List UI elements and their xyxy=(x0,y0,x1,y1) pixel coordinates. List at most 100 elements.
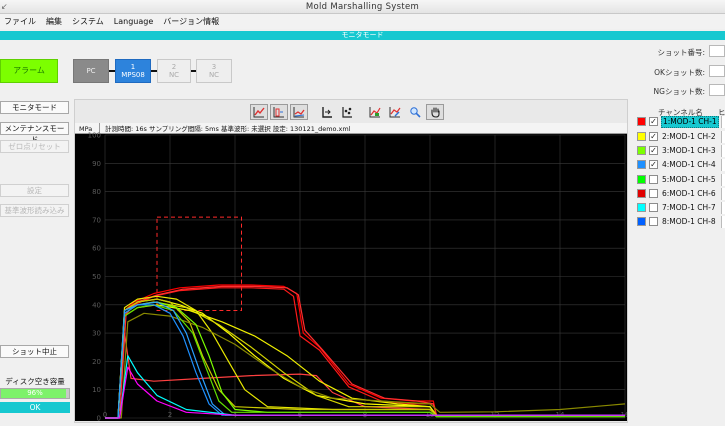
y-tick-label-70: 70 xyxy=(92,216,101,224)
shot-number-field xyxy=(709,45,725,57)
mode-banner: モニタモード xyxy=(0,31,725,40)
scatter-icon[interactable] xyxy=(338,104,356,120)
node-1[interactable]: 1 MPS08 xyxy=(115,59,151,83)
node-2[interactable]: 2 NC xyxy=(157,59,191,83)
channel-checkbox[interactable]: ✓ xyxy=(649,132,658,141)
node-3-name: NC xyxy=(208,71,220,79)
channel-row-3[interactable]: ✓ 3:MOD-1 CH-3 xyxy=(637,145,725,157)
channel-row-7[interactable]: 7:MOD-1 CH-7 xyxy=(637,202,725,214)
line-chart-icon[interactable] xyxy=(250,104,268,120)
chart-background xyxy=(75,123,627,421)
channel-checkbox[interactable] xyxy=(649,217,658,226)
y-tick-label-0: 0 xyxy=(97,415,101,422)
chart-toolbar xyxy=(250,103,444,121)
node-pc[interactable]: PC xyxy=(73,59,109,83)
settings-button[interactable]: 設定 xyxy=(0,184,69,197)
channel-row-4[interactable]: ✓ 4:MOD-1 CH-4 xyxy=(637,159,725,171)
disk-status: OK xyxy=(0,402,70,413)
y-tick-label-90: 90 xyxy=(92,160,101,168)
channel-next-cell xyxy=(721,159,725,171)
menu-system[interactable]: システム xyxy=(68,14,110,29)
channel-label: 5:MOD-1 CH-5 xyxy=(662,175,716,184)
menu-file[interactable]: ファイル xyxy=(0,14,42,29)
disk-space-label: ディスク空き容量 xyxy=(5,377,65,386)
channel-next-cell xyxy=(721,216,725,228)
menu-language[interactable]: Language xyxy=(110,14,159,29)
channel-color-swatch xyxy=(637,132,646,141)
node-1-number: 1 xyxy=(130,63,136,71)
channel-row-1[interactable]: ✓ 1:MOD-1 CH-1 xyxy=(637,116,725,128)
menu-edit[interactable]: 編集 xyxy=(42,14,68,29)
ng-shots-label: NGショット数: xyxy=(653,87,705,96)
chart-export-icon[interactable] xyxy=(386,104,404,120)
channel-label: 6:MOD-1 CH-6 xyxy=(662,189,716,198)
node-3-number: 3 xyxy=(211,63,217,71)
channel-row-6[interactable]: 6:MOD-1 CH-6 xyxy=(637,188,725,200)
channel-label: 1:MOD-1 CH-1 xyxy=(661,116,719,128)
channel-label: 3:MOD-1 CH-3 xyxy=(662,146,716,155)
x-tick-label-2: 2 xyxy=(168,411,172,419)
node-3[interactable]: 3 NC xyxy=(196,59,232,83)
y-tick-label-30: 30 xyxy=(92,330,101,338)
maintenance-mode-button[interactable]: メンテナンスモード xyxy=(0,122,69,144)
y-tick-label-100: 100 xyxy=(88,132,101,140)
channel-checkbox[interactable] xyxy=(649,175,658,184)
trend-chart-icon[interactable] xyxy=(290,104,308,120)
channel-label: 7:MOD-1 CH-7 xyxy=(662,203,716,212)
channel-checkbox[interactable] xyxy=(649,189,658,198)
pan-hand-icon[interactable] xyxy=(426,104,444,120)
channel-checkbox[interactable]: ✓ xyxy=(649,117,658,126)
channel-next-cell xyxy=(721,174,725,186)
bar-chart-icon[interactable] xyxy=(270,104,288,120)
channel-color-swatch xyxy=(637,203,646,212)
load-reference-button[interactable]: 基準波形読み込み xyxy=(0,204,69,217)
chart-info-text: 計測時間: 16s サンプリング間隔: 5ms 基準波形: 未選択 設定: 13… xyxy=(105,124,351,133)
menu-version[interactable]: バージョン情報 xyxy=(159,14,225,29)
channel-color-swatch xyxy=(637,217,646,226)
y-tick-label-20: 20 xyxy=(92,358,101,366)
channel-label: 4:MOD-1 CH-4 xyxy=(662,160,716,169)
channel-next-cell xyxy=(721,116,725,128)
stop-shot-button[interactable]: ショット中止 xyxy=(0,345,69,358)
channel-next-cell xyxy=(721,145,725,157)
channel-label: 8:MOD-1 CH-8 xyxy=(662,217,716,226)
channel-next-cell xyxy=(721,188,725,200)
y-tick-label-80: 80 xyxy=(92,188,101,196)
y-tick-label-40: 40 xyxy=(92,301,101,309)
channel-label: 2:MOD-1 CH-2 xyxy=(662,132,716,141)
channel-checkbox[interactable]: ✓ xyxy=(649,160,658,169)
node-2-name: NC xyxy=(168,71,180,79)
axis-icon[interactable] xyxy=(318,104,336,120)
title-bar: ↙ Mold Marshalling System xyxy=(0,0,725,14)
window-corner-glyph: ↙ xyxy=(1,2,9,11)
disk-space-percent: 96% xyxy=(27,389,43,397)
channel-color-swatch xyxy=(637,160,646,169)
channel-checkbox[interactable]: ✓ xyxy=(649,146,658,155)
channel-color-swatch xyxy=(637,189,646,198)
y-tick-label-50: 50 xyxy=(92,273,101,281)
channel-row-5[interactable]: 5:MOD-1 CH-5 xyxy=(637,174,725,186)
chart-settings-icon[interactable] xyxy=(366,104,384,120)
channel-row-8[interactable]: 8:MOD-1 CH-8 xyxy=(637,216,725,228)
channel-color-swatch xyxy=(637,146,646,155)
window-title: Mold Marshalling System xyxy=(305,2,420,12)
zero-reset-button[interactable]: ゼロ点リセット xyxy=(0,140,69,153)
monitor-mode-button[interactable]: モニタモード xyxy=(0,101,69,114)
channel-row-2[interactable]: ✓ 2:MOD-1 CH-2 xyxy=(637,131,725,143)
channel-next-cell xyxy=(721,202,725,214)
ok-shots-label: OKショット数: xyxy=(654,68,705,77)
ok-shots-field xyxy=(709,65,725,77)
zoom-icon[interactable] xyxy=(406,104,424,120)
channel-checkbox[interactable] xyxy=(649,203,658,212)
node-2-number: 2 xyxy=(171,63,177,71)
pressure-chart[interactable]: MPa 計測時間: 16s サンプリング間隔: 5ms 基準波形: 未選択 設定… xyxy=(75,123,627,421)
channel-next-cell xyxy=(721,131,725,143)
alarm-indicator: アラーム xyxy=(0,59,58,83)
channel-color-swatch xyxy=(637,117,646,126)
app-window: ↙ Mold Marshalling System ファイル 編集 システム L… xyxy=(0,0,725,426)
channel-color-swatch xyxy=(637,175,646,184)
menu-bar: ファイル 編集 システム Language バージョン情報 xyxy=(0,14,725,29)
y-tick-label-10: 10 xyxy=(92,386,101,394)
node-1-name: MPS08 xyxy=(121,71,145,79)
shot-number-label: ショット番号: xyxy=(657,48,705,57)
